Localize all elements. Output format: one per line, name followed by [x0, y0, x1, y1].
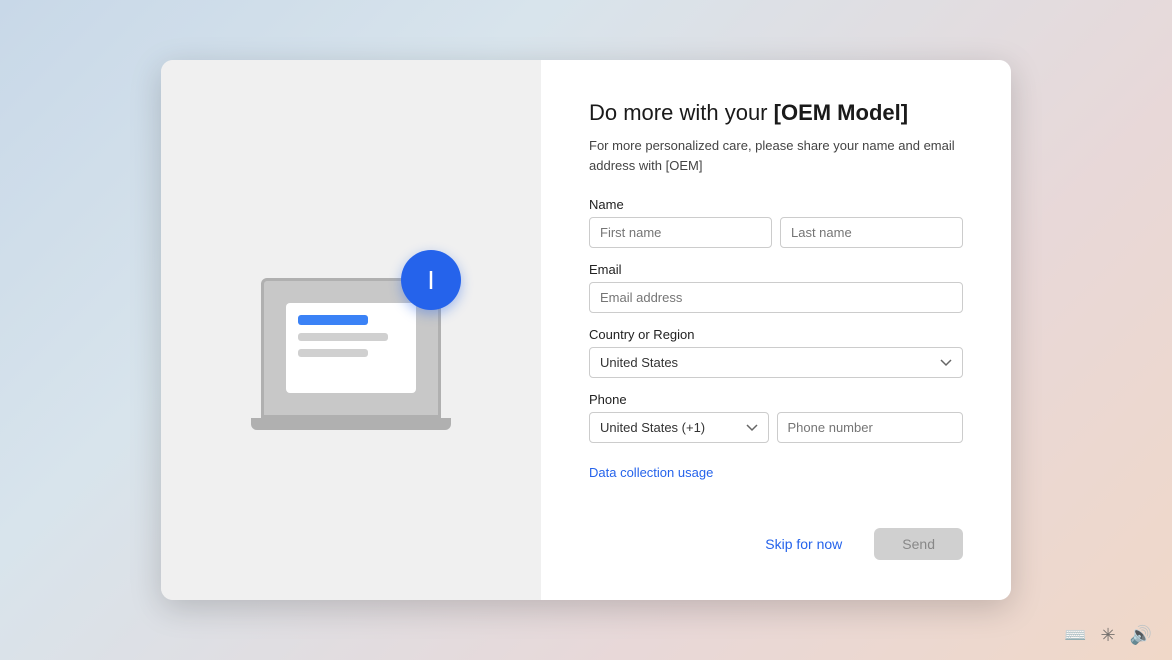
- name-group: Name: [589, 197, 963, 248]
- screen-bar-gray1: [298, 333, 388, 341]
- phone-country-select[interactable]: United States (+1) Canada (+1) United Ki…: [589, 412, 769, 443]
- country-select[interactable]: United States Canada United Kingdom: [589, 347, 963, 378]
- form-panel: Do more with your [OEM Model] For more p…: [541, 60, 1011, 600]
- main-dialog: I Do more with your [OEM Model] For more…: [161, 60, 1011, 600]
- cursor-icon: I: [427, 265, 434, 296]
- data-collection-link[interactable]: Data collection usage: [589, 465, 963, 480]
- first-name-input[interactable]: [589, 217, 772, 248]
- screen-content: [286, 303, 416, 393]
- subtitle-content: For more personalized care, please share…: [589, 138, 955, 173]
- email-label: Email: [589, 262, 963, 277]
- phone-row: United States (+1) Canada (+1) United Ki…: [589, 412, 963, 443]
- screen-bar-blue: [298, 315, 368, 325]
- laptop-base: [251, 418, 451, 430]
- title-prefix: Do more with your: [589, 100, 774, 125]
- name-label: Name: [589, 197, 963, 212]
- country-group: Country or Region United States Canada U…: [589, 327, 963, 378]
- illustration: I: [241, 230, 461, 430]
- keyboard-icon: ⌨️: [1064, 625, 1086, 646]
- phone-number-input[interactable]: [777, 412, 963, 443]
- phone-label: Phone: [589, 392, 963, 407]
- country-label: Country or Region: [589, 327, 963, 342]
- accessibility-icon: ✳: [1100, 625, 1115, 646]
- title-row: Do more with your [OEM Model]: [589, 100, 963, 126]
- illustration-panel: I: [161, 60, 541, 600]
- screen-bar-gray2: [298, 349, 368, 357]
- phone-number-wrapper: [777, 412, 963, 443]
- footer: Skip for now Send: [589, 512, 963, 560]
- name-input-row: [589, 217, 963, 248]
- phone-group: Phone United States (+1) Canada (+1) Uni…: [589, 392, 963, 443]
- title-bold: [OEM Model]: [774, 100, 908, 125]
- volume-icon: 🔊: [1130, 625, 1152, 646]
- email-input[interactable]: [589, 282, 963, 313]
- subtitle-text: For more personalized care, please share…: [589, 136, 963, 175]
- email-group: Email: [589, 262, 963, 313]
- send-button[interactable]: Send: [874, 528, 963, 560]
- last-name-input[interactable]: [780, 217, 963, 248]
- title-text: Do more with your [OEM Model]: [589, 100, 908, 125]
- chat-bubble: I: [401, 250, 461, 310]
- phone-country-wrapper: United States (+1) Canada (+1) United Ki…: [589, 412, 769, 443]
- taskbar-icons: ⌨️ ✳ 🔊: [1064, 625, 1152, 646]
- skip-button[interactable]: Skip for now: [749, 528, 858, 560]
